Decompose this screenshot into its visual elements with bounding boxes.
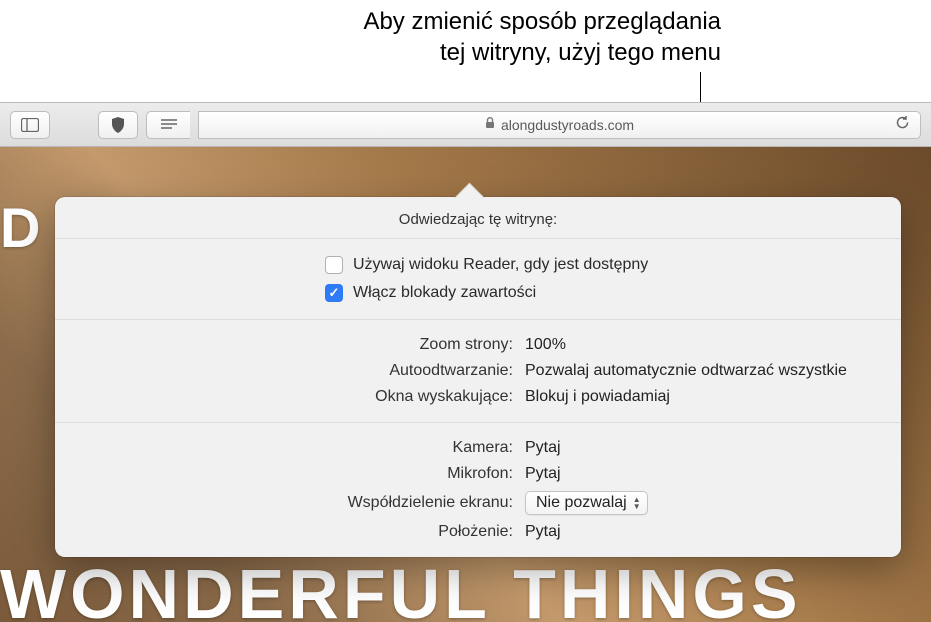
lock-icon [485,117,495,132]
reload-icon [895,115,910,130]
sidebar-toggle-button[interactable] [10,111,50,139]
camera-row: Kamera: Pytaj [55,435,901,461]
website-settings-popover: Odwiedzając tę witrynę: Używaj widoku Re… [55,197,901,557]
reader-checkbox[interactable] [325,256,343,274]
screenshare-row: Współdzielenie ekranu: Nie pozwalaj ▲▼ [55,487,901,519]
autoplay-label: Autoodtwarzanie: [55,362,525,380]
zoom-label: Zoom strony: [55,336,525,354]
screenshare-select[interactable]: Nie pozwalaj ▲▼ [525,491,648,515]
page-content-background: D WONDERFUL THINGS Odwiedzając tę witryn… [0,147,931,622]
blocker-checkbox-row[interactable]: ✓ Włącz blokady zawartości [55,279,901,307]
popover-section-top: Używaj widoku Reader, gdy jest dostępny … [55,238,901,319]
sidebar-icon [21,118,39,132]
microphone-row: Mikrofon: Pytaj [55,461,901,487]
microphone-value[interactable]: Pytaj [525,465,561,483]
zoom-row: Zoom strony: 100% [55,332,901,358]
popups-row: Okna wyskakujące: Blokuj i powiadamiaj [55,384,901,410]
screenshare-label: Współdzielenie ekranu: [55,494,525,512]
zoom-value[interactable]: 100% [525,336,566,354]
location-value[interactable]: Pytaj [525,523,561,541]
screenshare-value: Nie pozwalaj [536,494,627,512]
camera-label: Kamera: [55,439,525,457]
popups-label: Okna wyskakujące: [55,388,525,406]
location-row: Położenie: Pytaj [55,519,901,545]
location-label: Położenie: [55,523,525,541]
annotation-line2: tej witryny, użyj tego menu [363,37,721,68]
blocker-checkbox-label: Włącz blokady zawartości [353,284,536,302]
toolbar: alongdustyroads.com [0,103,931,147]
autoplay-value[interactable]: Pozwalaj automatycznie odtwarzać wszystk… [525,362,847,380]
reader-icon [161,119,177,131]
microphone-label: Mikrofon: [55,465,525,483]
blocker-checkbox[interactable]: ✓ [325,284,343,302]
camera-value[interactable]: Pytaj [525,439,561,457]
url-text: alongdustyroads.com [501,117,634,133]
bg-text-top: D [0,195,42,260]
annotation-text: Aby zmienić sposób przeglądania tej witr… [363,6,721,68]
popover-section-middle: Zoom strony: 100% Autoodtwarzanie: Pozwa… [55,319,901,422]
reader-checkbox-row[interactable]: Używaj widoku Reader, gdy jest dostępny [55,251,901,279]
reload-button[interactable] [895,115,910,134]
popups-value[interactable]: Blokuj i powiadamiaj [525,388,670,406]
chevron-updown-icon: ▲▼ [633,496,641,510]
address-bar[interactable]: alongdustyroads.com [198,111,921,139]
privacy-report-button[interactable] [98,111,138,139]
reader-checkbox-label: Używaj widoku Reader, gdy jest dostępny [353,256,648,274]
annotation-line1: Aby zmienić sposób przeglądania [363,6,721,37]
bg-text-bottom: WONDERFUL THINGS [0,554,802,622]
popover-section-bottom: Kamera: Pytaj Mikrofon: Pytaj Współdziel… [55,422,901,557]
reader-button[interactable] [146,111,190,139]
popover-title: Odwiedzając tę witrynę: [55,197,901,238]
browser-window: alongdustyroads.com D WONDERFUL THINGS O… [0,102,931,622]
shield-icon [111,117,125,133]
autoplay-row: Autoodtwarzanie: Pozwalaj automatycznie … [55,358,901,384]
